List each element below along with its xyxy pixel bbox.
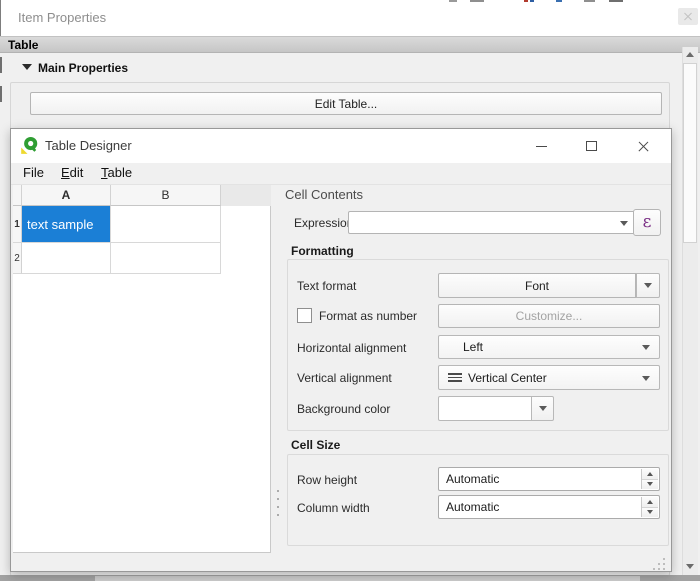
row-height-value: Automatic [446,472,499,486]
font-button-label: Font [525,279,549,293]
dialog-title: Table Designer [45,138,132,153]
horizontal-alignment-dropdown[interactable]: Left [438,335,660,359]
chevron-down-icon [539,406,547,411]
close-button[interactable] [623,129,663,163]
formatting-heading: Formatting [291,244,354,258]
bottom-scrollbar-thumb[interactable] [95,576,640,581]
chevron-down-icon [642,345,650,350]
minimize-icon [536,146,547,147]
main-properties-label[interactable]: Main Properties [38,61,128,75]
horizontal-alignment-value: Left [463,340,483,354]
toolbar-fragment [449,0,457,2]
toolbar-fragment [524,0,528,2]
toolbar-fragment [609,0,623,2]
scroll-down-icon[interactable] [686,564,694,569]
dialog-titlebar[interactable]: Table Designer [11,129,671,163]
vertical-alignment-label: Vertical alignment [297,371,392,385]
table-section-bar: Table [0,36,700,53]
panel-close-button[interactable] [678,8,698,25]
edit-table-button-label: Edit Table... [315,97,377,111]
resize-grip[interactable] [649,556,669,572]
panel-splitter-handle[interactable] [277,490,281,516]
chevron-down-icon [644,283,652,288]
column-width-spinbox[interactable]: Automatic [438,495,660,519]
customize-button[interactable]: Customize... [438,304,660,328]
font-button[interactable]: Font [438,273,636,298]
chevron-down-icon[interactable] [620,221,628,226]
row-header-1[interactable]: 1 [13,206,22,243]
row-height-spinbox[interactable]: Automatic [438,467,660,491]
screen: Item Properties Table Main Properties Ed… [0,0,700,581]
cell-contents-heading: Cell Contents [285,187,363,202]
column-width-value: Automatic [446,500,499,514]
text-format-label: Text format [297,279,356,293]
spin-up-icon[interactable] [642,497,658,508]
background-color-dropdown-button[interactable] [532,396,554,421]
close-icon [637,140,650,153]
epsilon-icon: ε [643,214,652,231]
cell-size-heading: Cell Size [291,438,340,452]
background-color-swatch[interactable] [438,396,532,421]
format-as-number-checkbox[interactable] [297,308,312,323]
vertical-center-icon [448,373,462,382]
splitter-handle[interactable] [0,57,2,73]
vertical-alignment-dropdown[interactable]: Vertical Center [438,365,660,390]
cell-a2[interactable] [22,243,111,274]
toolbar-fragment [584,0,595,2]
row-header-2[interactable]: 2 [13,243,22,274]
minimize-button[interactable] [521,129,561,163]
dialog-menubar: File Edit Table [11,163,671,185]
chevron-down-icon [642,376,650,381]
cell-b2[interactable] [111,243,221,274]
collapse-triangle-icon[interactable] [22,64,32,70]
menu-edit[interactable]: Edit [61,165,83,180]
spin-down-icon[interactable] [642,480,658,490]
expression-builder-button[interactable]: ε [633,209,661,236]
spin-up-icon[interactable] [642,469,658,480]
corner-header-cell[interactable] [13,185,22,206]
scroll-up-icon[interactable] [686,52,694,57]
column-header-a[interactable]: A [22,185,111,206]
cell-b1[interactable] [111,206,221,243]
font-dropdown-button[interactable] [636,273,660,298]
toolbar-fragment [470,0,484,2]
panel-title: Item Properties [18,10,106,25]
toolbar-fragment [530,0,534,2]
table-section-label: Table [8,38,38,52]
expression-label: Expression [294,216,353,230]
row-height-label: Row height [297,473,357,487]
maximize-icon [586,141,597,151]
edit-table-button[interactable]: Edit Table... [30,92,662,115]
table-designer-dialog: Table Designer File Edit Table A B 1 2 t… [10,128,672,572]
menu-table[interactable]: Table [101,165,132,180]
maximize-button[interactable] [571,129,611,163]
expression-combobox[interactable] [348,211,638,234]
menu-file[interactable]: File [23,165,44,180]
toolbar-fragment [556,0,562,2]
qgis-logo-icon [20,136,39,155]
cell-a1[interactable]: text sample [22,206,111,243]
format-as-number-label[interactable]: Format as number [319,309,417,323]
panel-scrollbar-thumb[interactable] [683,63,697,243]
column-header-b[interactable]: B [111,185,221,206]
spin-down-icon[interactable] [642,508,658,518]
column-width-label: Column width [297,501,370,515]
customize-button-label: Customize... [516,309,583,323]
background-color-label: Background color [297,402,390,416]
vertical-alignment-value: Vertical Center [468,371,547,385]
splitter-handle[interactable] [0,86,2,102]
horizontal-alignment-label: Horizontal alignment [297,341,406,355]
